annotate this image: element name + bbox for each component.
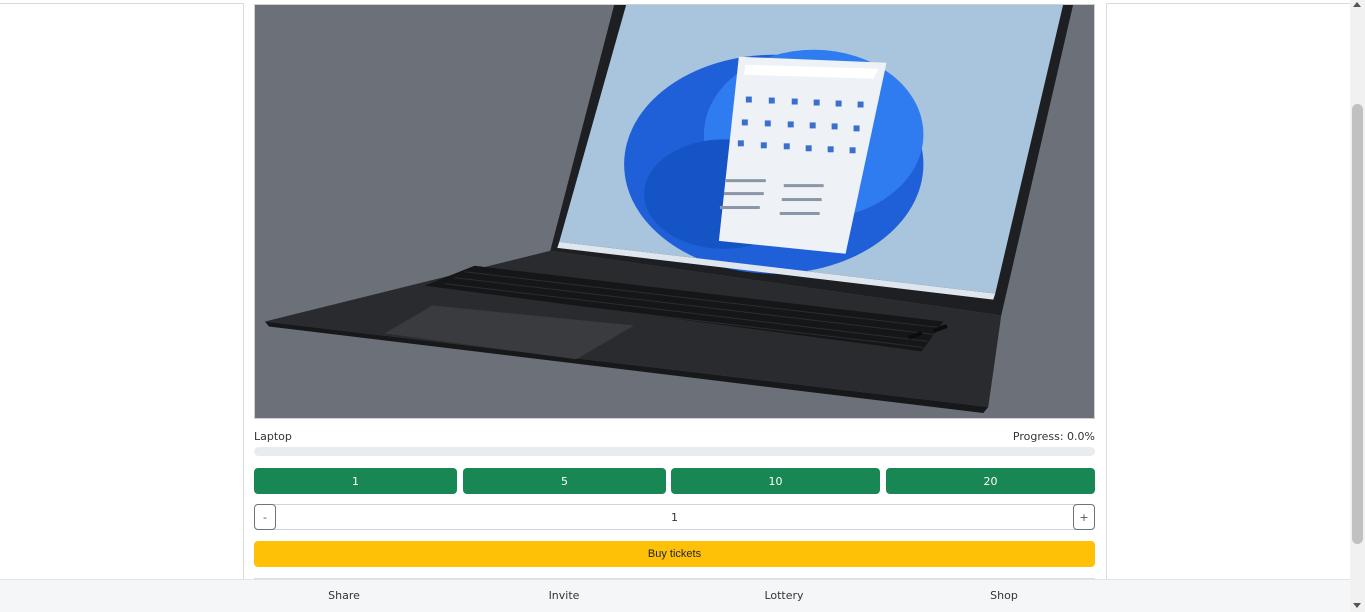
product-meta: Laptop Progress: 0.0% <box>254 430 1095 444</box>
quantity-5-button[interactable]: 5 <box>463 468 666 494</box>
product-name: Laptop <box>254 430 292 443</box>
increment-button[interactable]: + <box>1073 504 1095 530</box>
progress-bar <box>254 447 1095 456</box>
product-image <box>254 4 1095 419</box>
nav-share[interactable]: Share <box>328 589 360 602</box>
scroll-down-arrow-icon[interactable] <box>1353 603 1361 608</box>
scroll-up-arrow-icon[interactable] <box>1353 2 1361 7</box>
buy-tickets-button[interactable]: Buy tickets <box>254 541 1095 567</box>
ticket-quantity-input[interactable]: 1 <box>277 505 1072 529</box>
scrollbar-thumb[interactable] <box>1352 104 1363 544</box>
bottom-nav: Share Invite Lottery Shop <box>0 579 1350 612</box>
ticket-quantity-stepper: - 1 + <box>254 504 1095 530</box>
quantity-20-button[interactable]: 20 <box>886 468 1095 494</box>
quantity-1-button[interactable]: 1 <box>254 468 457 494</box>
page-scrollbar[interactable] <box>1350 0 1365 612</box>
nav-shop[interactable]: Shop <box>990 589 1018 602</box>
nav-invite[interactable]: Invite <box>549 589 580 602</box>
quantity-10-button[interactable]: 10 <box>671 468 880 494</box>
laptop-illustration <box>255 5 1094 418</box>
progress-label: Progress: 0.0% <box>1012 430 1095 443</box>
nav-lottery[interactable]: Lottery <box>764 589 803 602</box>
decrement-button[interactable]: - <box>254 504 276 530</box>
